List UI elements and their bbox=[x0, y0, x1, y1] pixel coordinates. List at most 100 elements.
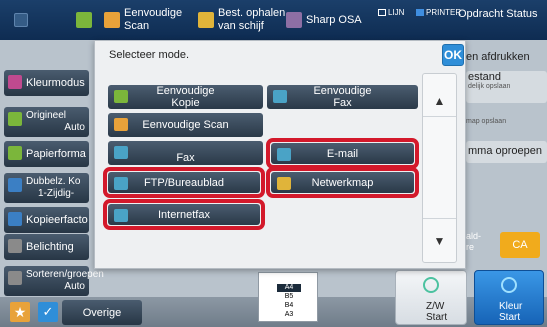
mode-easy-fax-button[interactable]: Eenvoudige Fax bbox=[267, 85, 418, 109]
scroll-divider bbox=[423, 116, 456, 117]
sort-group-value: Auto bbox=[64, 281, 85, 292]
copy-ratio-button[interactable]: Kopieerfacto bbox=[4, 207, 89, 233]
mode-fax-label: Fax bbox=[176, 152, 195, 164]
scroll-up-button[interactable]: ▲ bbox=[423, 94, 456, 108]
duplex-copy-label: Dubbelz. Ko bbox=[26, 176, 81, 187]
ok-label: OK bbox=[444, 48, 462, 62]
email-icon bbox=[277, 148, 291, 161]
duplex-copy-button[interactable]: Dubbelz. Ko 1-Zijdig- bbox=[4, 173, 89, 203]
save-file-sub: delijk opslaan bbox=[468, 83, 511, 90]
color-mode-button[interactable]: Kleurmodus bbox=[4, 70, 89, 96]
favorite-star-button[interactable]: ★ bbox=[10, 302, 30, 322]
topbar-easy-scan[interactable]: Eenvoudige Scan bbox=[104, 0, 182, 40]
tray-3-size[interactable]: B4 bbox=[277, 302, 301, 310]
network-folder-icon bbox=[277, 177, 291, 190]
home-icon bbox=[14, 13, 28, 27]
internet-fax-icon bbox=[114, 209, 128, 222]
mode-ftp-desktop-button[interactable]: FTP/Bureaublad bbox=[108, 172, 260, 193]
paper-icon bbox=[8, 146, 22, 160]
line-status: LIJN bbox=[378, 0, 404, 32]
exposure-button[interactable]: Belichting bbox=[4, 234, 89, 260]
line-indicator-icon bbox=[378, 8, 386, 16]
mode-internet-fax-label: Internetfax bbox=[158, 208, 210, 221]
copy-ratio-label: Kopieerfacto bbox=[26, 214, 88, 226]
start-icon bbox=[423, 277, 439, 293]
printer-indicator-icon bbox=[416, 8, 424, 16]
printer-status: PRINTER bbox=[416, 0, 461, 32]
chevron-down-icon: ▼ bbox=[433, 234, 446, 248]
tray-4-size[interactable]: A3 bbox=[277, 311, 301, 319]
job-status-label: Opdracht Status bbox=[458, 7, 538, 20]
mode-ftp-desktop-label: FTP/Bureaublad bbox=[143, 176, 225, 189]
mode-fax-button[interactable]: Fax bbox=[108, 141, 263, 165]
copy-icon bbox=[114, 90, 128, 103]
mode-internet-fax-button[interactable]: Internetfax bbox=[108, 204, 260, 225]
exposure-icon bbox=[8, 239, 22, 253]
chevron-up-icon: ▲ bbox=[433, 94, 446, 108]
ca-button[interactable]: CA bbox=[500, 232, 540, 258]
printer-status-label: PRINTER bbox=[426, 7, 462, 17]
tray-2-size[interactable]: B5 bbox=[277, 293, 301, 301]
start-icon bbox=[501, 277, 517, 293]
easy-copy-shortcut[interactable] bbox=[76, 0, 96, 40]
bw-start-button[interactable]: Z/W Start bbox=[395, 270, 467, 325]
job-status-button[interactable]: Opdracht Status bbox=[458, 0, 538, 34]
zoom-icon bbox=[8, 212, 22, 226]
mode-easy-copy-button[interactable]: Eenvoudige Kopie bbox=[108, 85, 263, 109]
mode-easy-copy-label: Eenvoudige Kopie bbox=[156, 85, 215, 109]
save-file-item[interactable]: estand delijk opslaan bbox=[466, 71, 547, 103]
topbar-easy-scan-label: Eenvoudige Scan bbox=[124, 7, 183, 32]
duplex-icon bbox=[8, 178, 22, 192]
dialog-title: Selecteer mode. bbox=[109, 49, 190, 61]
paper-format-label: Papierforma bbox=[26, 148, 86, 160]
sort-group-button[interactable]: Sorteren/groepen Auto bbox=[4, 266, 104, 296]
original-icon bbox=[8, 112, 22, 126]
other-label: Overige bbox=[82, 306, 122, 319]
star-icon: ★ bbox=[13, 304, 27, 320]
top-bar: Eenvoudige Scan Best. ophalen van schijf… bbox=[0, 0, 547, 40]
mode-list-scrollbar[interactable]: ▲ ▼ bbox=[422, 73, 457, 263]
save-folder-item[interactable]: map opslaan bbox=[466, 118, 547, 125]
paper-tray-list: A4 B5 B4 A3 bbox=[258, 272, 318, 322]
original-button[interactable]: Origineel Auto bbox=[4, 107, 89, 137]
original-label: Origineel bbox=[26, 110, 67, 121]
exposure-label: Belichting bbox=[26, 241, 74, 253]
check-button[interactable]: ✓ bbox=[38, 302, 58, 322]
topbar-sharp-osa-label: Sharp OSA bbox=[306, 13, 362, 26]
save-folder-label: map opslaan bbox=[466, 118, 507, 125]
mode-email-label: E-mail bbox=[326, 147, 359, 160]
folder-icon bbox=[198, 12, 214, 28]
home-button[interactable] bbox=[14, 0, 28, 40]
ok-button[interactable]: OK bbox=[442, 44, 464, 66]
duplex-copy-value: 1-Zijdig- bbox=[38, 188, 75, 199]
ca-label: CA bbox=[512, 239, 528, 251]
mode-network-folder-label: Netwerkmap bbox=[311, 176, 374, 189]
mode-network-folder-button[interactable]: Netwerkmap bbox=[271, 172, 414, 193]
paper-format-button[interactable]: Papierforma bbox=[4, 141, 89, 167]
print-and-send-item[interactable]: en afdrukken bbox=[466, 51, 547, 63]
print-and-send-label: en afdrukken bbox=[466, 51, 530, 63]
scan-icon bbox=[104, 12, 120, 28]
mode-easy-scan-button[interactable]: Eenvoudige Scan bbox=[108, 113, 263, 137]
copy-icon bbox=[76, 12, 92, 28]
ftp-icon bbox=[114, 177, 128, 190]
tray-1-size[interactable]: A4 bbox=[277, 284, 301, 292]
sharp-osa-icon bbox=[286, 12, 302, 28]
fax-icon bbox=[273, 90, 287, 103]
line-status-label: LIJN bbox=[388, 7, 405, 17]
topbar-sharp-osa[interactable]: Sharp OSA bbox=[286, 0, 362, 40]
fax-icon bbox=[114, 146, 128, 159]
mode-easy-fax-label: Eenvoudige Fax bbox=[313, 85, 372, 109]
mode-email-button[interactable]: E-mail bbox=[271, 143, 414, 164]
scroll-down-button[interactable]: ▼ bbox=[423, 234, 456, 248]
color-start-button[interactable]: Kleur Start bbox=[474, 270, 544, 325]
check-icon: ✓ bbox=[42, 304, 54, 319]
sort-group-label: Sorteren/groepen bbox=[26, 269, 104, 280]
recall-program-item[interactable]: mma oproepen bbox=[466, 141, 547, 163]
other-button[interactable]: Overige bbox=[62, 300, 142, 325]
topbar-retrieve-from-disk[interactable]: Best. ophalen van schijf bbox=[198, 0, 285, 40]
sort-icon bbox=[8, 271, 22, 285]
recall-program-label: mma oproepen bbox=[468, 145, 542, 157]
color-mode-label: Kleurmodus bbox=[26, 77, 85, 89]
color-mode-icon bbox=[8, 75, 22, 89]
